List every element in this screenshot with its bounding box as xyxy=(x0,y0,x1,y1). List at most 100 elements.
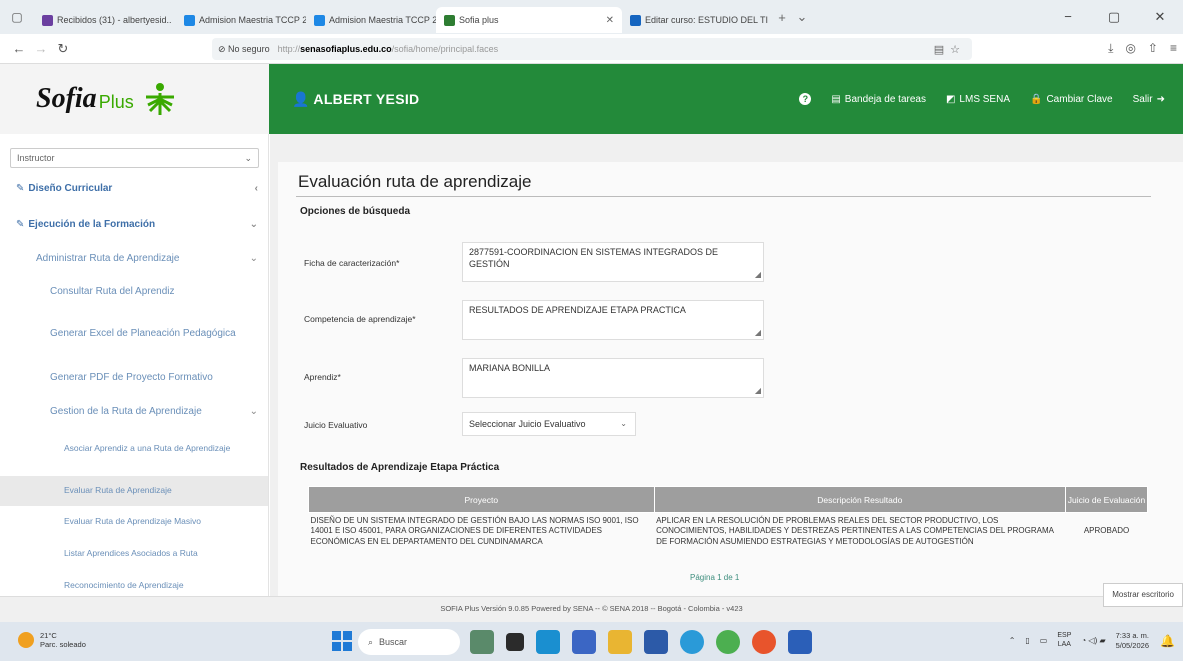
weather-widget[interactable]: 21°C Parc. soleado xyxy=(18,631,86,649)
title-divider xyxy=(296,196,1151,197)
tasks-link[interactable]: ▤ Bandeja de tareas xyxy=(831,94,926,105)
sidebar-item-label: Generar Excel de Planeación Pedagógica xyxy=(50,328,236,340)
clock[interactable]: 7:33 a. m. 5/05/2026 xyxy=(1116,631,1149,651)
network-volume-battery-icon[interactable]: ◔ ◁) ▰ xyxy=(1081,636,1105,645)
browser-app-icon[interactable] xyxy=(680,630,704,654)
weather-desc: Parc. soleado xyxy=(40,640,86,649)
cell-juicio: APROBADO xyxy=(1065,512,1148,551)
ficha-field[interactable]: 2877591-COORDINACION EN SISTEMAS INTEGRA… xyxy=(462,242,764,282)
footer: SOFIA Plus Versión 9.0.85 Powered by SEN… xyxy=(0,583,1183,622)
widgets-app-icon[interactable] xyxy=(470,630,494,654)
extensions-icon[interactable]: ◎ xyxy=(1125,41,1135,56)
chrome-app-icon[interactable] xyxy=(716,630,740,654)
sena-logo-icon xyxy=(145,83,174,115)
logout-link[interactable]: Salir ➜ xyxy=(1133,94,1165,105)
results-table: Proyecto Descripción Resultado Juicio de… xyxy=(308,486,1148,551)
sidebar-item-asociar-aprendiz[interactable]: Asociar Aprendiz a una Ruta de Aprendiza… xyxy=(0,436,240,462)
taskbar-search[interactable]: ⌕ Buscar xyxy=(358,629,460,655)
sidebar-item-generar-pdf[interactable]: Generar PDF de Proyecto Formativo xyxy=(0,370,268,386)
sidebar-item-gestion-ruta[interactable]: Gestion de la Ruta de Aprendizaje ⌄ xyxy=(0,404,268,420)
top-menu: ? ▤ Bandeja de tareas ◩ LMS SENA 🔒 Cambiar … xyxy=(799,93,1183,105)
role-select[interactable]: Instructor ⌄ xyxy=(10,148,259,168)
not-secure-badge[interactable]: ⊘ No seguro xyxy=(218,44,270,55)
header-proyecto[interactable]: Proyecto xyxy=(308,486,655,513)
sidebar-item-administrar-ruta[interactable]: Administrar Ruta de Aprendizaje ⌄ xyxy=(0,250,268,266)
logo[interactable]: Sofia Plus xyxy=(0,64,269,134)
sidebar-item-evaluar-ruta[interactable]: Evaluar Ruta de Aprendizaje xyxy=(0,476,268,506)
sidebar-item-generar-excel[interactable]: Generar Excel de Planeación Pedagógica xyxy=(0,318,240,350)
sidebar-item-label: Diseño Curricular xyxy=(28,182,113,194)
change-password-link[interactable]: 🔒 Cambiar Clave xyxy=(1030,94,1113,105)
user-name: 👤 ALBERT YESID xyxy=(292,90,420,107)
sidebar-item-listar-aprendices[interactable]: Listar Aprendices Asociados a Ruta xyxy=(0,546,268,562)
competencia-field[interactable]: RESULTADOS DE APRENDIZAJE ETAPA PRACTICA… xyxy=(462,300,764,340)
tab-actions-icon[interactable]: ▢ xyxy=(0,0,34,34)
juicio-select[interactable]: Seleccionar Juicio Evaluativo ⌄ xyxy=(462,412,636,436)
keyboard-icon[interactable]: ▭ xyxy=(1040,636,1048,645)
resize-grip-icon[interactable]: ◢ xyxy=(755,386,761,396)
sidebar: Instructor ⌄ ✎ Diseño Curricular ‹ ✎ Eje… xyxy=(0,134,269,596)
sidebar-item-diseno[interactable]: ✎ Diseño Curricular ‹ xyxy=(0,180,268,196)
minimize-icon[interactable]: − xyxy=(1045,9,1091,25)
tray-app-icon[interactable]: ▯ xyxy=(1025,636,1029,645)
close-window-icon[interactable]: ✕ xyxy=(1137,9,1183,25)
browser-tab[interactable]: Editar curso: ESTUDIO DEL TI ✕ xyxy=(622,7,772,33)
resize-grip-icon[interactable]: ◢ xyxy=(755,270,761,280)
table-row[interactable]: DISEÑO DE UN SISTEMA INTEGRADO DE GESTIÓ… xyxy=(308,512,1148,551)
terminal-app-icon[interactable] xyxy=(506,633,524,651)
browser-tab[interactable]: Recibidos (31) - albertyesid.. ✕ xyxy=(34,7,176,33)
sidebar-item-label: Asociar Aprendiz a una Ruta de Aprendiza… xyxy=(64,443,231,454)
cell-descripcion: APLICAR EN LA RESOLUCIÓN DE PROBLEMAS RE… xyxy=(654,512,1066,551)
menu-icon[interactable]: ≡ xyxy=(1170,41,1177,56)
lang-bottom: LAA xyxy=(1057,640,1071,648)
reader-favorite-icons[interactable]: ▤☆ xyxy=(934,43,966,56)
sidebar-item-reconocimiento[interactable]: Reconocimiento de Aprendizaje xyxy=(0,578,268,594)
chevron-down-icon: ⌄ xyxy=(249,406,258,418)
file-explorer-app-icon[interactable] xyxy=(608,630,632,654)
url-path: /sofia/home/principal.faces xyxy=(391,44,499,54)
browser-tab[interactable]: Admision Maestria TCCP 202 ✕ xyxy=(176,7,306,33)
chevron-down-icon: ⌄ xyxy=(620,419,627,428)
help-icon[interactable]: ? xyxy=(799,93,812,105)
browser-tab[interactable]: Admision Maestria TCCP 202 ✕ xyxy=(306,7,436,33)
weather-temp: 21°C xyxy=(40,631,57,640)
new-tab-icon[interactable]: + xyxy=(772,10,792,25)
search-icon: ⌕ xyxy=(368,636,374,647)
header-juicio[interactable]: Juicio de Evaluación xyxy=(1065,486,1148,513)
share-icon[interactable]: ⇧ xyxy=(1148,41,1158,56)
resize-grip-icon[interactable]: ◢ xyxy=(755,328,761,338)
aprendiz-field[interactable]: MARIANA BONILLA ◢ xyxy=(462,358,764,398)
notification-bell-icon[interactable]: 🔔 xyxy=(1160,634,1175,648)
teams-app-icon[interactable] xyxy=(572,630,596,654)
change-password-label: Cambiar Clave xyxy=(1046,93,1113,105)
store-app-icon[interactable] xyxy=(644,630,668,654)
browser-tab-active[interactable]: Sofia plus ✕ xyxy=(436,7,622,33)
windows-start-icon[interactable] xyxy=(332,631,352,651)
firefox-app-icon[interactable] xyxy=(752,630,776,654)
chevron-left-icon: ‹ xyxy=(254,182,258,194)
sidebar-item-evaluar-masivo[interactable]: Evaluar Ruta de Aprendizaje Masivo xyxy=(0,514,268,530)
sidebar-item-label: Evaluar Ruta de Aprendizaje Masivo xyxy=(64,516,202,527)
language-indicator[interactable]: ESP LAA xyxy=(1057,632,1071,649)
maximize-icon[interactable]: ▢ xyxy=(1091,9,1137,25)
tray-expand-icon[interactable]: ⌃ xyxy=(1009,636,1016,645)
url-field[interactable]: ⊘ No seguro http://senasofiaplus.edu.co/… xyxy=(212,38,972,60)
sidebar-item-ejecucion[interactable]: ✎ Ejecución de la Formación ⌄ xyxy=(0,216,268,232)
tab-list-icon[interactable]: ⌄ xyxy=(792,9,812,25)
tab-label: Editar curso: ESTUDIO DEL TI xyxy=(645,15,769,25)
edge-app-icon[interactable] xyxy=(536,630,560,654)
word-app-icon[interactable] xyxy=(788,630,812,654)
lms-link[interactable]: ◩ LMS SENA xyxy=(946,94,1010,105)
chevron-down-icon: ⌄ xyxy=(249,218,258,230)
pager: Página 1 de 1 xyxy=(690,573,740,582)
header-descripcion[interactable]: Descripción Resultado xyxy=(653,486,1067,513)
tab-close-icon[interactable]: ✕ xyxy=(606,15,614,26)
downloads-icon[interactable]: ⤓ xyxy=(1108,41,1113,56)
results-heading: Resultados de Aprendizaje Etapa Práctica xyxy=(300,462,500,473)
footer-text: SOFIA Plus Versión 9.0.85 Powered by SEN… xyxy=(440,604,743,613)
sidebar-item-consultar-ruta[interactable]: Consultar Ruta del Aprendiz xyxy=(0,284,268,300)
back-icon[interactable]: ← xyxy=(8,41,30,56)
forward-icon[interactable]: → xyxy=(30,41,52,56)
reload-icon[interactable]: ↻ xyxy=(52,41,74,57)
lms-label: LMS SENA xyxy=(959,93,1010,105)
